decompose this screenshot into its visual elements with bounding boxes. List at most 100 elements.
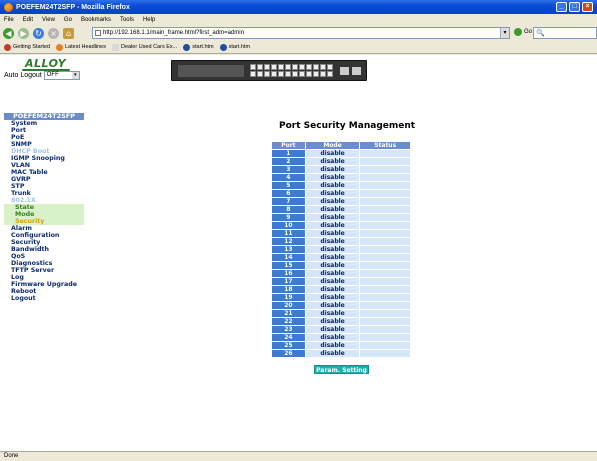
cell-mode: disable: [304, 309, 361, 318]
menu-go[interactable]: Go: [64, 17, 72, 23]
bookmark-item[interactable]: start.htm: [219, 43, 251, 51]
search-input[interactable]: 🔍: [533, 27, 597, 39]
table-row: 9 disable: [271, 213, 411, 222]
sidebar-item-tftp-server[interactable]: TFTP Server: [4, 267, 84, 274]
bookmark-item[interactable]: start.htm: [183, 43, 214, 51]
sidebar-item-firmware-upgrade[interactable]: Firmware Upgrade: [4, 281, 84, 288]
bookmark-item[interactable]: Latest Headlines: [56, 43, 106, 51]
sidebar-item-bandwidth[interactable]: Bandwidth: [4, 246, 84, 253]
cell-port: 2: [271, 157, 306, 166]
rj45-port: [313, 71, 319, 77]
cell-mode: disable: [304, 149, 361, 158]
cell-status: [359, 325, 411, 334]
column-header-port: Port: [271, 141, 306, 150]
cell-mode: disable: [304, 341, 361, 350]
sidebar-item-security[interactable]: Security: [4, 218, 84, 225]
sidebar-item-diagnostics[interactable]: Diagnostics: [4, 260, 84, 267]
cell-status: [359, 261, 411, 270]
cell-mode: disable: [304, 181, 361, 190]
reload-icon[interactable]: ↻: [33, 27, 44, 39]
address-bar[interactable]: http://192.168.1.1/main_frame.html?first…: [92, 27, 510, 39]
sidebar-item-mode[interactable]: Mode: [4, 211, 84, 218]
sidebar-item-logout[interactable]: Logout: [4, 295, 84, 302]
rj45-port: [271, 64, 277, 70]
cell-port: 4: [271, 173, 306, 182]
table-row: 5 disable: [271, 181, 411, 190]
rj45-port: [320, 71, 326, 77]
cell-mode: disable: [304, 229, 361, 238]
bookmark-label: Dealer Used Cars Ex...: [120, 44, 178, 50]
sidebar-item-configuration[interactable]: Configuration: [4, 232, 84, 239]
sidebar-item-dhcp-boot[interactable]: DHCP Boot: [4, 148, 84, 155]
sidebar-item-mac-table[interactable]: MAC Table: [4, 169, 84, 176]
cell-port: 14: [271, 253, 306, 262]
table-row: 20 disable: [271, 301, 411, 310]
sidebar-item-alarm[interactable]: Alarm: [4, 225, 84, 232]
table-row: 18 disable: [271, 285, 411, 294]
search-icon: 🔍: [536, 29, 545, 37]
forward-arrow-icon[interactable]: ▶: [18, 27, 29, 39]
menu-edit[interactable]: Edit: [23, 17, 33, 23]
rj45-port: [257, 71, 263, 77]
go-icon: [514, 28, 522, 36]
column-header-status: Status: [359, 141, 411, 150]
cell-port: 21: [271, 309, 306, 318]
sidebar-item-gvrp[interactable]: GVRP: [4, 176, 84, 183]
sidebar-item-vlan[interactable]: VLAN: [4, 162, 84, 169]
bookmark-item[interactable]: Getting Started: [4, 43, 50, 51]
rj45-port: [292, 71, 298, 77]
sidebar-item-state[interactable]: State: [4, 204, 84, 211]
menu-help[interactable]: Help: [143, 17, 155, 23]
go-button[interactable]: Go: [514, 28, 532, 36]
rj45-port: [257, 64, 263, 70]
sidebar-item-802-1x[interactable]: 802.1X: [4, 197, 84, 204]
table-row: 25 disable: [271, 341, 411, 350]
address-dropdown-icon[interactable]: ▾: [500, 28, 509, 38]
maximize-icon[interactable]: □: [569, 2, 580, 12]
bookmarks-toolbar: Getting Started Latest Headlines Dealer …: [0, 41, 597, 54]
stop-icon[interactable]: ×: [48, 27, 59, 39]
cell-status: [359, 245, 411, 254]
param-setting-button[interactable]: Param. Setting: [314, 365, 369, 374]
rj45-port: [299, 64, 305, 70]
auto-logout-select[interactable]: OFF ▾: [43, 71, 80, 80]
home-icon[interactable]: ⌂: [63, 27, 74, 39]
menu-bar: File Edit View Go Bookmarks Tools Help: [0, 14, 597, 25]
menu-tools[interactable]: Tools: [120, 17, 134, 23]
cell-port: 23: [271, 325, 306, 334]
cell-status: [359, 333, 411, 342]
sidebar-item-reboot[interactable]: Reboot: [4, 288, 84, 295]
menu-view[interactable]: View: [42, 17, 55, 23]
status-bar: Done: [0, 451, 597, 461]
bookmark-label: start.htm: [228, 44, 251, 50]
close-icon[interactable]: ×: [582, 2, 593, 12]
sidebar-item-igmp-snooping[interactable]: IGMP Snooping: [4, 155, 84, 162]
menu-bookmarks[interactable]: Bookmarks: [81, 17, 111, 23]
sidebar-item-snmp[interactable]: SNMP: [4, 141, 84, 148]
table-row: 10 disable: [271, 221, 411, 230]
bookmark-item[interactable]: Dealer Used Cars Ex...: [111, 43, 178, 51]
cell-mode: disable: [304, 349, 361, 358]
go-label: Go: [524, 29, 533, 35]
rss-icon: [56, 43, 63, 51]
sidebar-item-qos[interactable]: QoS: [4, 253, 84, 260]
cell-status: [359, 189, 411, 198]
minimize-icon[interactable]: _: [556, 2, 567, 12]
sidebar-item-trunk[interactable]: Trunk: [4, 190, 84, 197]
menu-file[interactable]: File: [4, 17, 14, 23]
sidebar-item-poe[interactable]: PoE: [4, 134, 84, 141]
cell-port: 22: [271, 317, 306, 326]
cell-port: 7: [271, 197, 306, 206]
cell-mode: disable: [304, 317, 361, 326]
sidebar-item-system[interactable]: System: [4, 120, 84, 127]
page-icon: [111, 43, 119, 51]
sidebar-item-port[interactable]: Port: [4, 127, 84, 134]
sidebar-item-log[interactable]: Log: [4, 274, 84, 281]
sidebar-item-stp[interactable]: STP: [4, 183, 84, 190]
page-title: Port Security Management: [279, 121, 416, 131]
sidebar-item-security[interactable]: Security: [4, 239, 84, 246]
rj45-port: [264, 71, 270, 77]
table-row: 22 disable: [271, 317, 411, 326]
back-arrow-icon[interactable]: ◀: [3, 27, 14, 39]
page-content: ALLOY Auto Logout OFF ▾ POEFEM24T2SFP Sy…: [0, 55, 597, 451]
